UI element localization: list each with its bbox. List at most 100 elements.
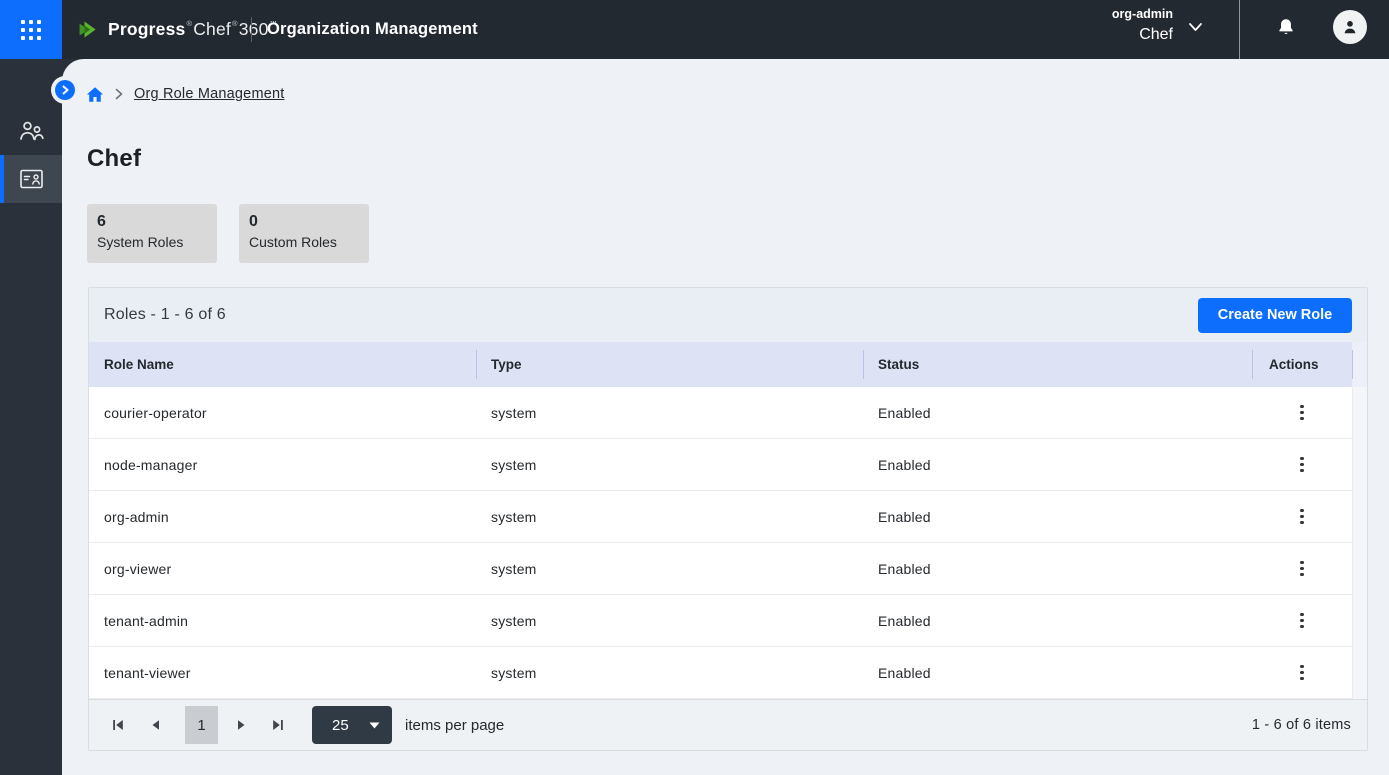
- table-row: tenant-admin system Enabled: [89, 595, 1352, 647]
- row-actions-menu-button[interactable]: [1288, 502, 1316, 532]
- previous-page-button[interactable]: [142, 712, 168, 738]
- last-page-button[interactable]: [265, 712, 291, 738]
- vertical-scrollbar-track[interactable]: [1352, 387, 1367, 699]
- row-actions-menu-button[interactable]: [1288, 450, 1316, 480]
- topbar: Progress®Chef®360™ Organization Manageme…: [0, 0, 1389, 59]
- org-switcher-chevron[interactable]: [1186, 18, 1204, 36]
- chevron-right-icon: [236, 718, 247, 732]
- role-name-cell: tenant-admin: [89, 613, 476, 629]
- type-cell: system: [476, 613, 863, 629]
- type-cell: system: [476, 509, 863, 525]
- role-name-cell: tenant-viewer: [89, 665, 476, 681]
- bell-icon: [1275, 16, 1297, 40]
- next-page-button[interactable]: [228, 712, 254, 738]
- row-actions-menu-button[interactable]: [1288, 658, 1316, 688]
- brand-text: Progress®Chef®360™: [108, 19, 278, 40]
- table-body: courier-operator system Enabled node-man…: [89, 387, 1367, 699]
- first-page-button[interactable]: [105, 712, 131, 738]
- breadcrumb-home-link[interactable]: [86, 86, 104, 103]
- table-row: org-viewer system Enabled: [89, 543, 1352, 595]
- last-page-icon: [271, 718, 285, 732]
- column-header-actions: Actions: [1252, 342, 1352, 387]
- sidebar-item-org-roles[interactable]: [0, 155, 62, 203]
- actions-cell: [1252, 606, 1352, 636]
- chevron-left-icon: [150, 718, 161, 732]
- chevron-right-icon: [115, 88, 123, 100]
- stat-card-custom-roles: 0 Custom Roles: [239, 204, 369, 263]
- topbar-section-divider: [1239, 0, 1240, 59]
- status-cell: Enabled: [863, 509, 1252, 525]
- page-size-select[interactable]: 25: [312, 706, 392, 744]
- stat-label: Custom Roles: [249, 234, 369, 250]
- stat-cards: 6 System Roles 0 Custom Roles: [87, 204, 369, 263]
- page-title: Chef: [87, 145, 141, 173]
- status-cell: Enabled: [863, 457, 1252, 473]
- stat-value: 6: [97, 213, 217, 231]
- panel-title: Roles - 1 - 6 of 6: [104, 306, 226, 324]
- role-name-cell: courier-operator: [89, 405, 476, 421]
- panel-header: Roles - 1 - 6 of 6 Create New Role: [89, 288, 1367, 342]
- table-pager: 1 25 items per page 1 - 6 of 6 items: [89, 699, 1367, 750]
- type-cell: system: [476, 561, 863, 577]
- breadcrumb: Org Role Management: [86, 84, 285, 104]
- roles-panel: Roles - 1 - 6 of 6 Create New Role Role …: [88, 287, 1368, 751]
- role-name-cell: org-viewer: [89, 561, 476, 577]
- column-header-type: Type: [476, 342, 863, 387]
- type-cell: system: [476, 405, 863, 421]
- row-actions-menu-button[interactable]: [1288, 398, 1316, 428]
- first-page-icon: [111, 718, 125, 732]
- home-icon: [86, 86, 104, 103]
- table-row: node-manager system Enabled: [89, 439, 1352, 491]
- actions-cell: [1252, 554, 1352, 584]
- breadcrumb-link-org-role-management[interactable]: Org Role Management: [134, 86, 285, 102]
- table-row: org-admin system Enabled: [89, 491, 1352, 543]
- role-name-cell: org-admin: [89, 509, 476, 525]
- notifications-button[interactable]: [1272, 13, 1300, 43]
- user-role-label: org-admin: [1112, 7, 1173, 23]
- actions-cell: [1252, 658, 1352, 688]
- sidebar-expand-button[interactable]: [55, 80, 75, 100]
- status-cell: Enabled: [863, 561, 1252, 577]
- people-icon: [18, 119, 45, 143]
- actions-cell: [1252, 398, 1352, 428]
- page-size-value: 25: [332, 717, 349, 734]
- chevron-right-icon: [61, 85, 70, 95]
- main-content: Org Role Management Chef 6 System Roles …: [62, 59, 1389, 775]
- actions-cell: [1252, 450, 1352, 480]
- row-actions-menu-button[interactable]: [1288, 606, 1316, 636]
- app-title: Organization Management: [267, 0, 478, 59]
- status-cell: Enabled: [863, 613, 1252, 629]
- stat-label: System Roles: [97, 234, 217, 250]
- caret-down-icon: [369, 722, 380, 729]
- column-divider: [1352, 350, 1353, 379]
- current-page-button[interactable]: 1: [185, 706, 218, 744]
- org-switcher[interactable]: org-admin Chef: [1112, 7, 1173, 44]
- type-cell: system: [476, 665, 863, 681]
- page-range-label: 1 - 6 of 6 items: [1252, 717, 1351, 733]
- actions-cell: [1252, 502, 1352, 532]
- column-divider: [476, 350, 477, 379]
- column-header-role-name: Role Name: [89, 342, 476, 387]
- stat-value: 0: [249, 213, 369, 231]
- table-header: Role Name Type Status Actions: [89, 342, 1367, 387]
- stat-card-system-roles: 6 System Roles: [87, 204, 217, 263]
- user-icon: [1340, 17, 1360, 37]
- progress-logo-icon: [76, 17, 101, 43]
- column-divider: [863, 350, 864, 379]
- table-header-gutter: [1352, 342, 1367, 387]
- chevron-down-icon: [1188, 22, 1203, 32]
- table-row: courier-operator system Enabled: [89, 387, 1352, 439]
- items-per-page-label: items per page: [405, 717, 504, 734]
- app-launcher-button[interactable]: [0, 0, 62, 59]
- topbar-divider: [251, 17, 252, 42]
- avatar[interactable]: [1333, 10, 1367, 44]
- create-new-role-button[interactable]: Create New Role: [1198, 298, 1352, 333]
- sidebar-item-users[interactable]: [0, 107, 62, 155]
- grid-icon: [21, 20, 41, 40]
- row-actions-menu-button[interactable]: [1288, 554, 1316, 584]
- type-cell: system: [476, 457, 863, 473]
- table-row: tenant-viewer system Enabled: [89, 647, 1352, 699]
- sidebar: [0, 59, 62, 775]
- id-badge-icon: [19, 168, 44, 190]
- brand-logo: Progress®Chef®360™: [76, 0, 278, 59]
